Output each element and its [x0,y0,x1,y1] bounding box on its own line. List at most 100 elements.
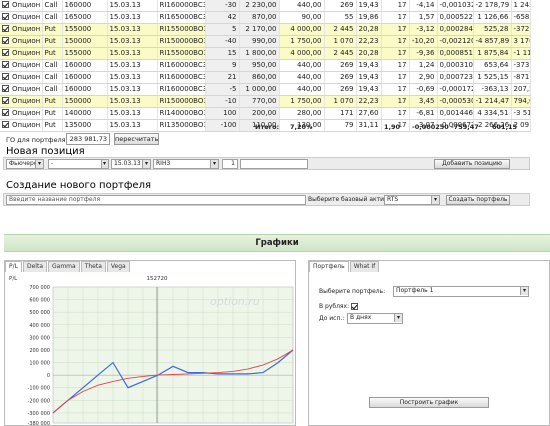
portfolio-select-label: Выберите портфель: [319,288,386,295]
cell-code: RI155000BO3 [157,23,206,37]
position-type: Опцион [12,73,41,82]
base-asset-select[interactable]: RTS [384,195,440,205]
cell-theta: 4 334,51 [473,107,512,121]
chart-tab-0[interactable]: Р/L [5,261,22,272]
cell-qty: -30 [205,0,240,13]
cell-price: 1 800,00 [239,47,280,61]
cell-side: Put [42,35,63,49]
row-checkbox[interactable] [2,109,9,117]
totals-gamma: -0,000250 [412,123,449,131]
cell-gamma: -0,001032 [437,0,474,13]
row-checkbox[interactable] [2,37,9,45]
recalc-button[interactable]: пересчитать [114,133,159,145]
cell-qty: -40 [205,35,240,49]
settings-tab-1[interactable]: What If [349,261,380,272]
row-checkbox[interactable] [2,73,9,81]
cell-vega: -871,58 [511,71,531,85]
cell-side: Put [42,47,63,61]
cell-iv: 19,86 [356,11,382,25]
cell-side: Put [42,95,63,109]
cell-vega: 207,52 [511,83,531,97]
row-checkbox[interactable] [2,49,9,57]
rubles-checkbox[interactable] [351,303,358,310]
position-row: Опцион Put 155000 15.03.13 RI155000BO3 15 1 80… [0,47,531,61]
y-tick-label: 100 000 [29,361,50,367]
cell-iv: 19,43 [356,71,382,85]
cell-code: RI160000BC3 [157,71,206,85]
chart-tab-1[interactable]: Delta [22,261,47,272]
row-checkbox[interactable] [2,25,9,33]
position-row: Опцион Put 155000 15.03.13 RI155000BO3 5 2 170… [0,23,531,37]
code-select[interactable]: RIH3 [153,159,219,169]
build-chart-button[interactable]: Построить график [369,397,489,408]
position-row: Опцион Call 160000 15.03.13 RI160000BC3 9 950,… [0,59,531,73]
cell-col7: 280,00 [279,107,325,121]
cell-days: 17 [381,11,410,25]
x-center-label: 152720 [147,276,168,282]
cell-theta: 1 126,66 [473,11,512,25]
side-select[interactable]: - [48,159,108,169]
until-select[interactable]: В днях [347,313,403,324]
position-type: Опцион [12,49,41,58]
cell-col8: 55 [324,11,357,25]
side-dropdown-icon[interactable] [101,159,109,169]
cell-iv: 19,43 [356,83,382,97]
cell-side: Call [42,83,63,97]
cell-code: RI160000BC3 [157,0,206,13]
cell-exp: 15.03.13 [107,47,158,61]
base-asset-label: Выберите базовый актив: [308,196,390,203]
cell-strike: 155000 [62,23,108,37]
settings-tab-0[interactable]: Портфель [309,261,349,272]
cell-gamma: 0,000284 [437,23,474,37]
cell-delta: -0,69 [409,83,438,97]
type-select[interactable]: Фьючерс [6,159,44,169]
position-type: Опцион [12,13,41,22]
y-tick-label: 200 000 [29,348,50,354]
cell-col8: 2 445 [324,47,357,61]
cell-strike: 155000 [62,47,108,61]
portfolio-name-input[interactable]: Введите название портфеля [6,195,306,205]
y-tick-label: -100 000 [28,386,50,392]
cell-iv: 19,43 [356,59,382,73]
position-row: Опцион Put 140000 15.03.13 RI140000BO3 100 200… [0,107,531,121]
cell-theta: 653,64 [473,59,512,73]
row-checkbox[interactable] [2,61,9,69]
row-checkbox[interactable] [2,97,9,105]
cell-col7: 440,00 [279,0,325,13]
cell-strike: 160000 [62,0,108,13]
price-input[interactable] [240,159,308,169]
chart-tab-3[interactable]: Theta [80,261,106,272]
cell-days: 17 [381,83,410,97]
totals-label: Итого: [255,123,280,131]
cell-exp: 15.03.13 [107,0,158,13]
cell-iv: 22,23 [356,95,382,109]
create-portfolio-button[interactable]: Создать портфель [446,195,510,205]
cell-price: 770,00 [239,95,280,109]
cell-col8: 269 [324,83,357,97]
totals-vega: 601,15 [492,123,518,131]
row-checkbox[interactable] [2,85,9,93]
cell-col7: 90,00 [279,11,325,25]
chart-tab-4[interactable]: Vega [106,261,130,272]
cell-strike: 150000 [62,95,108,109]
cell-side: Call [42,71,63,85]
cell-theta: 525,28 [473,23,512,37]
y-tick-label: -300 000 [28,411,50,417]
add-position-button[interactable]: Добавить позицию [434,159,510,169]
cell-delta: 1,24 [409,59,438,73]
chart-tab-2[interactable]: Gamma [48,261,80,272]
cell-gamma: 0,000310 [437,59,474,73]
cell-qty: 21 [205,71,240,85]
cell-code: RI150000BO3 [157,35,206,49]
cell-theta: -2 178,79 [473,0,512,13]
cell-price: 2 230,00 [239,0,280,13]
portfolio-select[interactable]: Портфель 1 [393,286,529,297]
expiration-select[interactable]: 15.03.13 [111,159,151,169]
cell-vega: -1 118,88 [511,47,531,61]
cell-col8: 1 070 [324,95,357,109]
quantity-input[interactable]: 1 [222,159,238,169]
row-checkbox[interactable] [2,1,9,9]
y-tick-label: 600 000 [29,298,50,304]
position-row: Опцион Call 160000 15.03.13 RI160000BC3 21 860… [0,71,531,85]
row-checkbox[interactable] [2,13,9,21]
